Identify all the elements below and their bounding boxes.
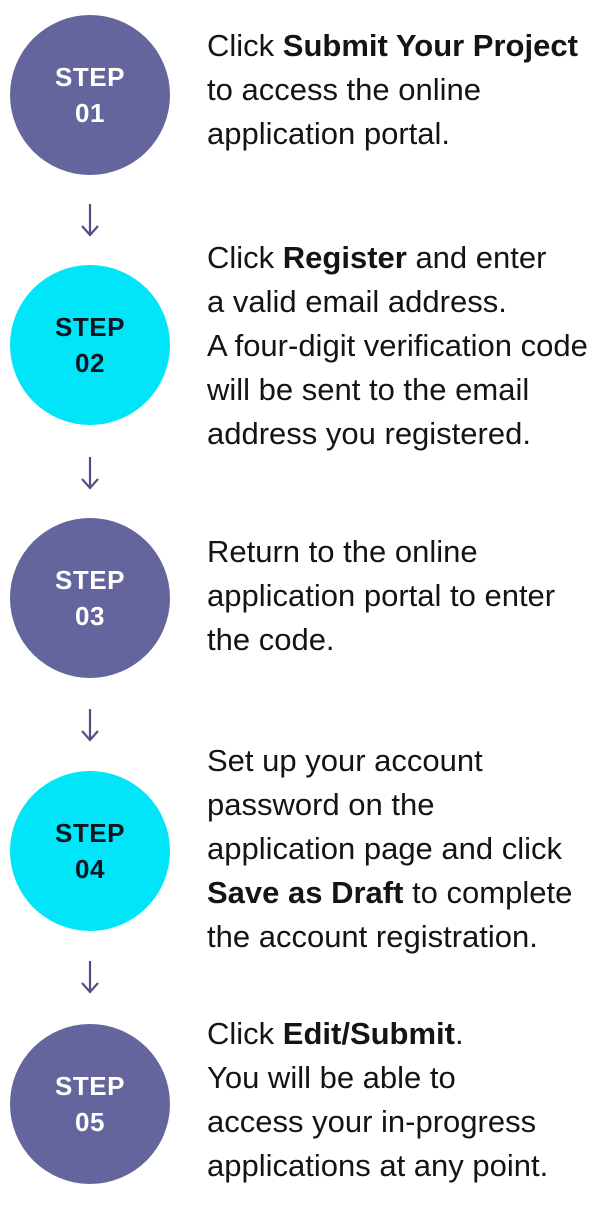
description-text: application page and click [207,831,563,866]
step-badge-number: 03 [75,601,105,631]
step-description: Click Edit/Submit. You will be able to acc… [207,1012,612,1188]
description-line: You will be able to [207,1056,612,1100]
down-arrow-icon [81,709,99,742]
down-arrow-icon [81,457,99,490]
description-text: You will be able to [207,1060,456,1095]
step-badge-number: 01 [75,98,105,128]
description-text: Click [207,28,283,63]
emphasized-text: Edit/Submit [282,1016,455,1051]
description-line: access your in-progress [207,1100,612,1144]
description-text: a valid email address. [207,284,507,319]
emphasized-text: Submit Your Project [282,28,578,63]
description-text: Click [207,1016,283,1051]
description-text: A four-digit verification code [207,328,588,363]
description-text: address you registered. [207,416,531,451]
step-description: Click Submit Your Project to access the o… [207,24,612,156]
step-badge-label: STEP [55,1071,125,1101]
description-line: Return to the online [207,530,612,574]
description-line: Click Submit Your Project [207,24,612,68]
description-text: application portal to enter [207,578,556,613]
down-arrow-icon [81,961,99,994]
step-description: Return to the online application portal t… [207,530,612,662]
description-line: address you registered. [207,412,612,456]
description-line: Set up your account [207,739,612,783]
description-text: access your in-progress [207,1104,537,1139]
description-line: application portal to enter [207,574,612,618]
description-text: Set up your account [207,743,483,778]
description-text: the account registration. [207,919,538,954]
description-text: password on the [207,787,435,822]
step-badge-label: STEP [55,818,125,848]
description-text: will be sent to the email [207,372,530,407]
description-line: Click Edit/Submit. [207,1012,612,1056]
description-text: to complete [403,875,573,910]
description-line: A four-digit verification code [207,324,612,368]
step-badge: STEP 02 [10,265,170,425]
description-text: to access the online [207,72,482,107]
description-line: applications at any point. [207,1144,612,1188]
description-line: Click Register and enter [207,236,612,280]
step-badge-number: 02 [75,348,105,378]
description-text: Click [207,240,283,275]
description-text: Return to the online [207,534,478,569]
description-text: applications at any point. [207,1148,549,1183]
emphasized-text: Register [282,240,407,275]
description-line: application portal. [207,112,612,156]
description-line: will be sent to the email [207,368,612,412]
description-text: and enter [406,240,547,275]
step-badge: STEP 03 [10,518,170,678]
description-line: Save as Draft to complete [207,871,612,915]
description-line: password on the [207,783,612,827]
description-text: application portal. [207,116,450,151]
step-description: Click Register and enter a valid email ad… [207,236,612,456]
step-badge-label: STEP [55,565,125,595]
step-badge: STEP 01 [10,15,170,175]
down-arrow-icon [81,204,99,237]
description-line: the account registration. [207,915,612,959]
step-badge: STEP 05 [10,1024,170,1184]
step-badge-label: STEP [55,62,125,92]
step-badge-number: 05 [75,1107,105,1137]
step-badge-label: STEP [55,312,125,342]
description-text: . [455,1016,464,1051]
description-text: the code. [207,622,335,657]
description-line: to access the online [207,68,612,112]
description-line: the code. [207,618,612,662]
step-description: Set up your account password on the applic… [207,739,612,959]
description-line: a valid email address. [207,280,612,324]
step-badge: STEP 04 [10,771,170,931]
description-line: application page and click [207,827,612,871]
emphasized-text: Save as Draft [207,875,404,910]
step-badge-number: 04 [75,854,105,884]
